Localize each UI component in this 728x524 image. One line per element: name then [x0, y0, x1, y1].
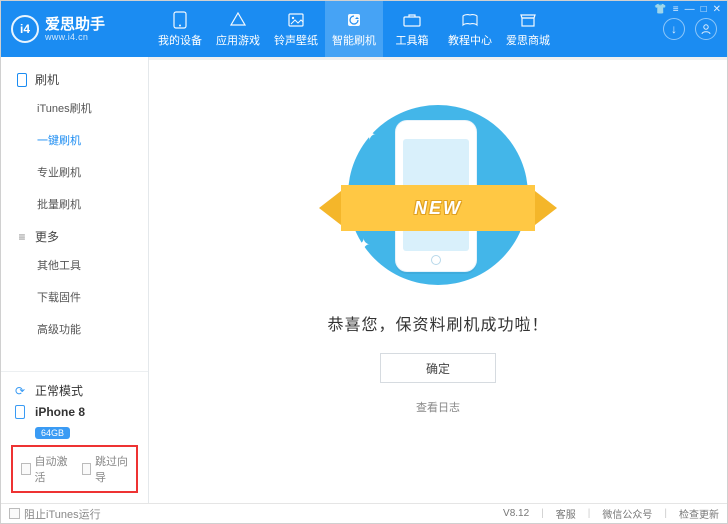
sidebar-group-flash: 刷机 [1, 63, 148, 92]
nav-label: 智能刷机 [332, 32, 376, 48]
group-label: 刷机 [35, 71, 59, 88]
device-mode-label: 正常模式 [35, 382, 83, 399]
nav-tutorials[interactable]: 教程中心 [441, 1, 499, 57]
device-capacity: 64GB [35, 427, 70, 439]
shirt-icon[interactable]: 👕 [654, 4, 666, 15]
nav-label: 应用游戏 [216, 32, 260, 48]
new-ribbon: NEW [313, 185, 563, 231]
nav-label: 爱思商城 [506, 32, 550, 48]
nav-apps[interactable]: 应用游戏 [209, 1, 267, 57]
sparkle-icon: ✦ [363, 125, 376, 145]
checkbox-label: 跳过向导 [95, 453, 128, 485]
nav-label: 我的设备 [158, 32, 202, 48]
checkbox-icon [9, 508, 20, 519]
sparkle-icon: ✦ [357, 235, 370, 255]
phone-icon [11, 405, 29, 419]
nav-label: 铃声壁纸 [274, 32, 318, 48]
app-window: 👕 ≡ — □ ✕ i4 爱思助手 www.i4.cn 我的设备 应用游戏 铃声… [0, 0, 728, 524]
book-icon [461, 11, 479, 29]
success-message: 恭喜您，保资料刷机成功啦！ [149, 311, 727, 335]
status-bar: 阻止iTunes运行 V8.12 | 客服 | 微信公众号 | 检查更新 [1, 503, 727, 523]
checkbox-block-itunes[interactable]: 阻止iTunes运行 [9, 506, 101, 522]
title-bar: 👕 ≡ — □ ✕ i4 爱思助手 www.i4.cn 我的设备 应用游戏 铃声… [1, 1, 727, 57]
logo-icon: i4 [11, 15, 39, 43]
device-pane: ⟳ 正常模式 iPhone 8 64GB 自动激活 跳过向导 [1, 371, 148, 503]
nav-store[interactable]: 爱思商城 [499, 1, 557, 57]
nav-label: 教程中心 [448, 32, 492, 48]
group-label: 更多 [35, 228, 59, 245]
checkbox-icon [21, 463, 31, 475]
store-icon [519, 11, 537, 29]
nav-label: 工具箱 [396, 32, 429, 48]
toolbox-icon [403, 11, 421, 29]
sidebar-item-oneclick-flash[interactable]: 一键刷机 [1, 124, 148, 156]
check-update-link[interactable]: 检查更新 [679, 506, 719, 521]
checkbox-skip-wizard[interactable]: 跳过向导 [82, 453, 129, 485]
sidebar-item-pro-flash[interactable]: 专业刷机 [1, 156, 148, 188]
device-name-label: iPhone 8 [35, 405, 85, 419]
close-icon[interactable]: ✕ [713, 4, 721, 15]
checkbox-auto-activate[interactable]: 自动激活 [21, 453, 68, 485]
minimize-icon[interactable]: — [685, 4, 695, 15]
app-url: www.i4.cn [45, 32, 105, 42]
sidebar-item-itunes-flash[interactable]: iTunes刷机 [1, 92, 148, 124]
nav-smart-flash[interactable]: 智能刷机 [325, 1, 383, 57]
support-link[interactable]: 客服 [556, 506, 576, 521]
user-button[interactable] [695, 18, 717, 40]
phone-icon [15, 73, 29, 87]
refresh-icon: ⟳ [11, 384, 29, 398]
nav-toolbox[interactable]: 工具箱 [383, 1, 441, 57]
flash-icon [345, 11, 363, 29]
highlighted-options: 自动激活 跳过向导 [11, 445, 138, 493]
sidebar-item-batch-flash[interactable]: 批量刷机 [1, 188, 148, 220]
view-log-link[interactable]: 查看日志 [408, 399, 468, 415]
sidebar-group-more: ≡ 更多 [1, 220, 148, 249]
sparkle-icon: ✦ [502, 120, 515, 140]
logo: i4 爱思助手 www.i4.cn [1, 15, 151, 43]
maximize-icon[interactable]: □ [701, 4, 707, 15]
checkbox-icon [82, 463, 92, 475]
version-label: V8.12 [503, 508, 529, 519]
download-button[interactable]: ↓ [663, 18, 685, 40]
list-icon: ≡ [15, 230, 29, 244]
checkbox-label: 自动激活 [35, 453, 68, 485]
device-name[interactable]: iPhone 8 [11, 405, 138, 419]
apps-icon [229, 11, 247, 29]
checkbox-label: 阻止iTunes运行 [24, 506, 101, 522]
image-icon [287, 11, 305, 29]
app-title: 爱思助手 [45, 17, 105, 32]
main-nav: 我的设备 应用游戏 铃声壁纸 智能刷机 工具箱 教程中心 爱思商城 [151, 1, 663, 57]
menu-icon[interactable]: ≡ [673, 4, 679, 15]
nav-ringtones[interactable]: 铃声壁纸 [267, 1, 325, 57]
wechat-link[interactable]: 微信公众号 [602, 506, 652, 521]
ribbon-text: NEW [341, 185, 535, 231]
main-panel: ✦ ✦ ✦ NEW 恭喜您，保资料刷机成功啦！ 确定 查看日志 [149, 57, 727, 503]
ok-button[interactable]: 确定 [380, 353, 496, 383]
sidebar-item-other-tools[interactable]: 其他工具 [1, 249, 148, 281]
phone-icon [171, 11, 189, 29]
sidebar: 刷机 iTunes刷机 一键刷机 专业刷机 批量刷机 ≡ 更多 其他工具 下载固件… [1, 57, 149, 503]
sidebar-item-advanced[interactable]: 高级功能 [1, 313, 148, 345]
window-tools: 👕 ≡ — □ ✕ [654, 4, 721, 15]
device-mode[interactable]: ⟳ 正常模式 [11, 382, 138, 399]
nav-my-device[interactable]: 我的设备 [151, 1, 209, 57]
content-area: 刷机 iTunes刷机 一键刷机 专业刷机 批量刷机 ≡ 更多 其他工具 下载固件… [1, 57, 727, 503]
success-illustration: ✦ ✦ ✦ NEW [323, 100, 553, 295]
sidebar-item-download-firmware[interactable]: 下载固件 [1, 281, 148, 313]
